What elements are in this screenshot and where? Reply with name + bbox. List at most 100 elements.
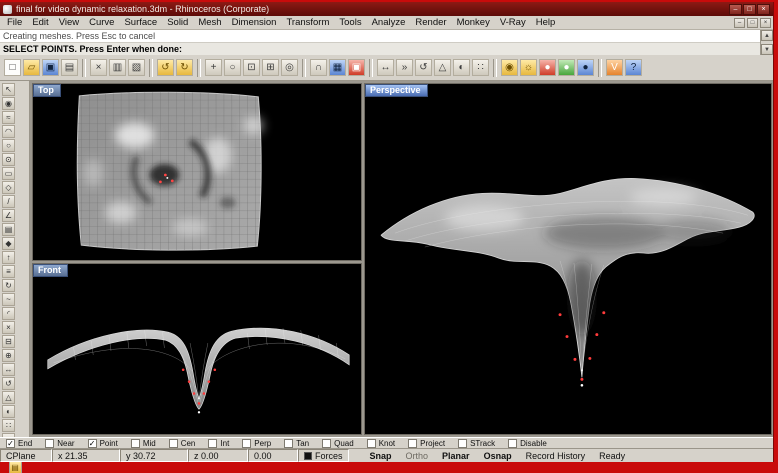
- menu-analyze[interactable]: Analyze: [367, 16, 411, 29]
- osnap-end-checkbox[interactable]: [6, 439, 15, 448]
- points-on-icon[interactable]: [501, 59, 518, 76]
- pan-icon[interactable]: [205, 59, 222, 76]
- copy-object-icon[interactable]: [396, 59, 413, 76]
- array-tool-icon[interactable]: [2, 419, 15, 432]
- array-icon[interactable]: [472, 59, 489, 76]
- viewport-perspective-label[interactable]: Perspective: [365, 84, 428, 97]
- new-file-icon[interactable]: [4, 59, 21, 76]
- osnap-int[interactable]: Int: [208, 439, 229, 448]
- close-button[interactable]: ×: [757, 4, 770, 15]
- mirror-tool-icon[interactable]: [2, 405, 15, 418]
- menu-file[interactable]: File: [2, 16, 27, 29]
- osnap-disable[interactable]: Disable: [508, 439, 547, 448]
- curve-icon[interactable]: [2, 111, 15, 124]
- render-icon[interactable]: [348, 59, 365, 76]
- display-mode-icon[interactable]: [329, 59, 346, 76]
- select-icon[interactable]: [2, 83, 15, 96]
- trim-icon[interactable]: [2, 321, 15, 334]
- save-icon[interactable]: [42, 59, 59, 76]
- paste-icon[interactable]: [128, 59, 145, 76]
- osnap-mid-checkbox[interactable]: [131, 439, 140, 448]
- osnap-int-checkbox[interactable]: [208, 439, 217, 448]
- sweep-icon[interactable]: [2, 293, 15, 306]
- title-bar[interactable]: final for video dynamic relaxation.3dm -…: [0, 2, 773, 16]
- menu-edit[interactable]: Edit: [27, 16, 53, 29]
- menu-view[interactable]: View: [54, 16, 84, 29]
- menu-solid[interactable]: Solid: [162, 16, 193, 29]
- point-icon[interactable]: [2, 97, 15, 110]
- osnap-strack[interactable]: STrack: [458, 439, 495, 448]
- layers-icon[interactable]: [9, 461, 22, 473]
- lamp-icon[interactable]: [520, 59, 537, 76]
- osnap-quad[interactable]: Quad: [322, 439, 354, 448]
- circle-icon[interactable]: [2, 139, 15, 152]
- osnap-perp[interactable]: Perp: [242, 439, 271, 448]
- surface-icon[interactable]: [2, 223, 15, 236]
- open-file-icon[interactable]: [23, 59, 40, 76]
- zoom-window-icon[interactable]: [243, 59, 260, 76]
- scroll-up-icon[interactable]: ▲: [761, 30, 773, 41]
- copy-icon[interactable]: [109, 59, 126, 76]
- osnap-mid[interactable]: Mid: [131, 439, 156, 448]
- move-icon[interactable]: [377, 59, 394, 76]
- osnap-end[interactable]: End: [6, 439, 32, 448]
- vray-options-icon[interactable]: [606, 59, 623, 76]
- menu-curve[interactable]: Curve: [84, 16, 119, 29]
- sphere-green-icon[interactable]: [558, 59, 575, 76]
- menu-dimension[interactable]: Dimension: [227, 16, 282, 29]
- viewport-front-label[interactable]: Front: [33, 264, 68, 277]
- cplane-cell[interactable]: CPlane: [0, 449, 52, 462]
- viewport-front[interactable]: Front: [32, 263, 362, 435]
- viewport-top-label[interactable]: Top: [33, 84, 61, 97]
- osnap-tan[interactable]: Tan: [284, 439, 309, 448]
- viewport-top[interactable]: Top: [32, 83, 362, 261]
- record-history-toggle[interactable]: Record History: [519, 449, 593, 462]
- loft-icon[interactable]: [2, 265, 15, 278]
- line-icon[interactable]: [2, 195, 15, 208]
- help-icon[interactable]: [625, 59, 642, 76]
- menu-render[interactable]: Render: [410, 16, 451, 29]
- viewport-perspective[interactable]: Perspective: [364, 83, 772, 435]
- osnap-knot[interactable]: Knot: [367, 439, 395, 448]
- sphere-blue-icon[interactable]: [577, 59, 594, 76]
- zoom-dynamic-icon[interactable]: [224, 59, 241, 76]
- osnap-tan-checkbox[interactable]: [284, 439, 293, 448]
- ortho-toggle[interactable]: Ortho: [399, 449, 436, 462]
- extrude-icon[interactable]: [2, 251, 15, 264]
- ellipse-icon[interactable]: [2, 153, 15, 166]
- osnap-knot-checkbox[interactable]: [367, 439, 376, 448]
- scale-tool-icon[interactable]: [2, 391, 15, 404]
- osnap-point-checkbox[interactable]: [88, 439, 97, 448]
- scale-icon[interactable]: [434, 59, 451, 76]
- rotate-tool-icon[interactable]: [2, 377, 15, 390]
- maximize-button[interactable]: □: [743, 4, 756, 15]
- menu-help[interactable]: Help: [531, 16, 561, 29]
- split-icon[interactable]: [2, 335, 15, 348]
- scroll-down-icon[interactable]: ▼: [761, 44, 773, 55]
- osnap-toggle[interactable]: Osnap: [477, 449, 519, 462]
- mirror-icon[interactable]: [453, 59, 470, 76]
- revolve-icon[interactable]: [2, 279, 15, 292]
- rectangle-icon[interactable]: [2, 167, 15, 180]
- mdi-restore-button[interactable]: □: [747, 18, 758, 28]
- solid-icon[interactable]: [2, 237, 15, 250]
- arc-icon[interactable]: [2, 125, 15, 138]
- zoom-extents-icon[interactable]: [262, 59, 279, 76]
- zoom-selected-icon[interactable]: [281, 59, 298, 76]
- command-prompt[interactable]: SELECT POINTS. Press Enter when done:: [0, 42, 773, 55]
- planar-toggle[interactable]: Planar: [435, 449, 477, 462]
- cut-icon[interactable]: [90, 59, 107, 76]
- osnap-cen-checkbox[interactable]: [169, 439, 178, 448]
- menu-tools[interactable]: Tools: [334, 16, 366, 29]
- print-icon[interactable]: [61, 59, 78, 76]
- polyline-icon[interactable]: [2, 209, 15, 222]
- menu-monkey[interactable]: Monkey: [452, 16, 495, 29]
- redo-icon[interactable]: [176, 59, 193, 76]
- undo-icon[interactable]: [157, 59, 174, 76]
- osnap-point[interactable]: Point: [88, 439, 118, 448]
- move-tool-icon[interactable]: [2, 363, 15, 376]
- osnap-perp-checkbox[interactable]: [242, 439, 251, 448]
- osnap-quad-checkbox[interactable]: [322, 439, 331, 448]
- menu-surface[interactable]: Surface: [119, 16, 162, 29]
- join-icon[interactable]: [2, 349, 15, 362]
